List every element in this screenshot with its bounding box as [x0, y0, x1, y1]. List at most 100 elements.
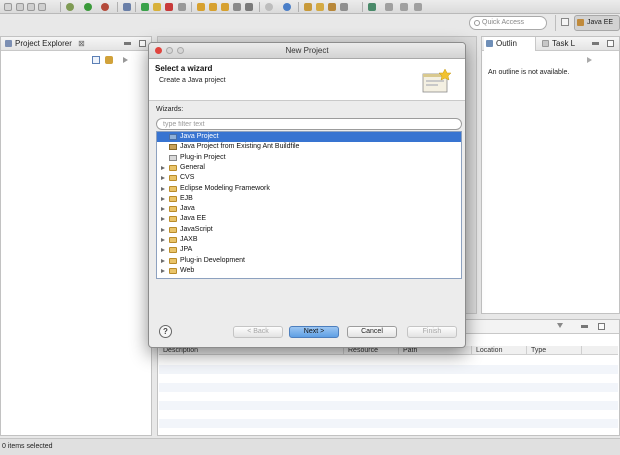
- expand-icon[interactable]: [161, 186, 165, 191]
- minimize-icon[interactable]: [592, 42, 599, 45]
- expand-icon[interactable]: [161, 238, 165, 242]
- step-filters-icon[interactable]: [245, 3, 253, 11]
- expand-icon[interactable]: [161, 258, 165, 263]
- dialog-title: New Project: [285, 46, 329, 55]
- tree-item-java[interactable]: Java: [157, 204, 461, 214]
- suspend-icon[interactable]: [153, 3, 161, 11]
- minimize-window-button: [166, 47, 173, 54]
- step-over-icon[interactable]: [209, 3, 217, 11]
- tree-item-ejb[interactable]: EJB: [157, 194, 461, 204]
- java-ee-perspective-icon: [577, 19, 584, 26]
- next-button[interactable]: Next >: [289, 326, 339, 338]
- expand-icon[interactable]: [161, 227, 165, 232]
- filter-input[interactable]: [156, 118, 462, 130]
- search-icon[interactable]: [328, 3, 336, 11]
- open-type-icon[interactable]: [304, 3, 312, 11]
- tree-item-plugin-development[interactable]: Plug-in Development: [157, 256, 461, 266]
- tree-item-label: Java Project from Existing Ant Buildfile: [180, 143, 300, 151]
- view-menu-icon[interactable]: [557, 323, 563, 328]
- finish-button[interactable]: Finish: [407, 326, 457, 338]
- close-window-button[interactable]: [155, 47, 162, 54]
- drop-to-frame-icon[interactable]: [233, 3, 241, 11]
- expand-icon[interactable]: [161, 248, 165, 253]
- cancel-button[interactable]: Cancel: [347, 326, 397, 338]
- java-project-icon: [169, 134, 177, 140]
- forward-icon[interactable]: [400, 3, 408, 11]
- expand-icon[interactable]: [161, 207, 165, 212]
- skip-breakpoints-icon[interactable]: [123, 3, 131, 11]
- tree-item-label: Web: [180, 266, 195, 274]
- zoom-window-button: [177, 47, 184, 54]
- maximize-icon[interactable]: [139, 40, 146, 47]
- disconnect-icon[interactable]: [178, 3, 186, 11]
- print-icon[interactable]: [38, 3, 46, 11]
- tree-item-general[interactable]: General: [157, 163, 461, 173]
- expand-icon[interactable]: [161, 165, 165, 170]
- new-project-wizard-icon: [422, 68, 452, 93]
- quick-access-input[interactable]: Quick Access: [469, 16, 547, 30]
- folder-icon: [169, 257, 177, 264]
- save-icon[interactable]: [16, 3, 24, 11]
- expand-icon[interactable]: [161, 196, 165, 201]
- tree-item-plugin-project[interactable]: Plug-in Project: [157, 153, 461, 163]
- tab-outline[interactable]: Outlin: [484, 37, 536, 51]
- tab-task-list[interactable]: Task L: [540, 37, 575, 51]
- globe-icon[interactable]: [283, 3, 291, 11]
- step-into-icon[interactable]: [197, 3, 205, 11]
- tree-item-label: Java: [180, 205, 195, 213]
- tab-label: Task L: [552, 39, 576, 48]
- expand-icon[interactable]: [161, 217, 165, 222]
- toolbar-separator: [135, 2, 136, 12]
- column-location[interactable]: Location: [472, 346, 527, 355]
- new-icon[interactable]: [4, 3, 12, 11]
- tree-item-jpa[interactable]: JPA: [157, 245, 461, 255]
- tree-item-java-ee[interactable]: Java EE: [157, 214, 461, 224]
- maximize-icon[interactable]: [607, 40, 614, 47]
- perspective-java-ee[interactable]: Java EE: [574, 15, 620, 31]
- minimize-icon[interactable]: [124, 42, 131, 45]
- tab-project-explorer[interactable]: Project Explorer ⊠: [3, 37, 85, 51]
- folder-icon: [169, 206, 177, 213]
- status-bar: 0 items selected: [0, 438, 620, 455]
- back-icon[interactable]: [385, 3, 393, 11]
- run-icon[interactable]: [84, 3, 92, 11]
- tree-item-cvs[interactable]: CVS: [157, 173, 461, 183]
- step-return-icon[interactable]: [221, 3, 229, 11]
- minimize-icon[interactable]: [581, 325, 588, 328]
- tree-item-javascript[interactable]: JavaScript: [157, 225, 461, 235]
- maximize-icon[interactable]: [598, 323, 605, 330]
- collapse-all-icon[interactable]: [92, 56, 100, 64]
- column-type[interactable]: Type: [527, 346, 582, 355]
- last-edit-icon[interactable]: [414, 3, 422, 11]
- folder-icon: [169, 175, 177, 182]
- tree-item-web[interactable]: Web: [157, 266, 461, 276]
- annotation-next-icon[interactable]: [368, 3, 376, 11]
- terminate-icon[interactable]: [165, 3, 173, 11]
- tree-item-emf[interactable]: Eclipse Modeling Framework: [157, 184, 461, 194]
- close-icon[interactable]: ⊠: [78, 39, 85, 48]
- new-project-dialog: New Project Select a wizard Create a Jav…: [148, 42, 466, 348]
- new-server-icon[interactable]: [265, 3, 273, 11]
- wand-icon[interactable]: [340, 3, 348, 11]
- tree-item-java-project[interactable]: Java Project: [157, 132, 461, 143]
- tree-item-java-project-ant[interactable]: Java Project from Existing Ant Buildfile: [157, 142, 461, 152]
- view-menu-icon[interactable]: [587, 57, 592, 63]
- external-tools-icon[interactable]: [101, 3, 109, 11]
- help-button[interactable]: ?: [159, 325, 172, 338]
- back-button[interactable]: < Back: [233, 326, 283, 338]
- tree-item-label: EJB: [180, 194, 193, 202]
- debug-icon[interactable]: [66, 3, 74, 11]
- table-row: [159, 401, 618, 410]
- open-perspective-icon[interactable]: [561, 18, 569, 26]
- tree-item-label: JPA: [180, 246, 193, 254]
- tab-label: Outlin: [496, 39, 517, 48]
- view-menu-icon[interactable]: [123, 57, 128, 63]
- save-all-icon[interactable]: [27, 3, 35, 11]
- expand-icon[interactable]: [161, 268, 165, 273]
- outline-empty-message: An outline is not available.: [488, 69, 570, 76]
- expand-icon[interactable]: [161, 176, 165, 181]
- open-folder-icon[interactable]: [316, 3, 324, 11]
- link-with-editor-icon[interactable]: [105, 56, 113, 64]
- resume-icon[interactable]: [141, 3, 149, 11]
- tree-item-jaxb[interactable]: JAXB: [157, 235, 461, 245]
